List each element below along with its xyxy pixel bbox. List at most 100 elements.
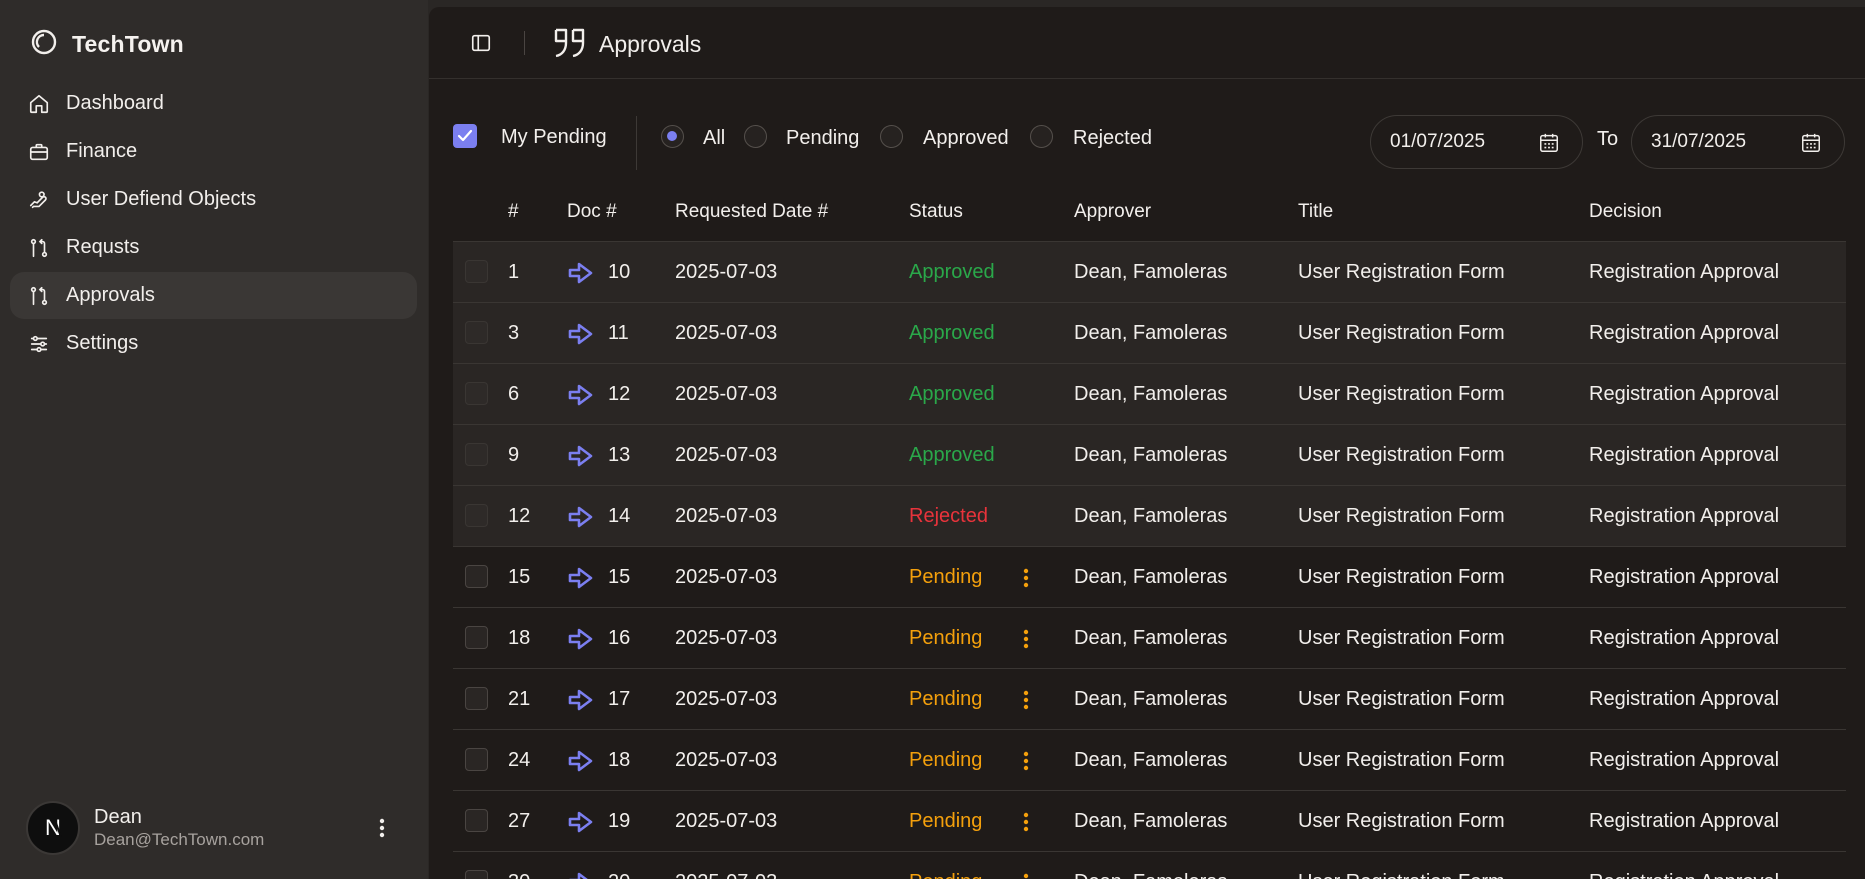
row-number: 9 bbox=[508, 444, 520, 466]
date-to-input[interactable]: 31/07/2025 bbox=[1631, 115, 1845, 169]
radio-all[interactable] bbox=[661, 125, 684, 148]
column-header[interactable]: Title bbox=[1298, 201, 1333, 223]
row-checkbox[interactable] bbox=[465, 809, 488, 832]
row-checkbox[interactable] bbox=[465, 504, 488, 527]
more-vertical-icon[interactable] bbox=[1019, 566, 1033, 590]
approver: Dean, Famoleras bbox=[1074, 810, 1228, 832]
forward-arrow-icon[interactable] bbox=[568, 382, 596, 408]
brand[interactable]: TechTown bbox=[30, 28, 184, 61]
avatar: N bbox=[26, 801, 80, 855]
table-row[interactable]: 24 18 2025-07-03 Pending Dean, Famoleras User… bbox=[453, 730, 1846, 791]
row-checkbox[interactable] bbox=[465, 443, 488, 466]
column-header[interactable]: Decision bbox=[1589, 201, 1662, 223]
table-row[interactable]: 18 16 2025-07-03 Pending Dean, Famoleras User… bbox=[453, 608, 1846, 669]
radio-rejected[interactable] bbox=[1030, 125, 1053, 148]
column-header[interactable]: Approver bbox=[1074, 201, 1151, 223]
forward-arrow-icon[interactable] bbox=[568, 443, 596, 469]
more-vertical-icon[interactable] bbox=[1019, 749, 1033, 773]
sidebar-item-label: Finance bbox=[66, 140, 138, 162]
table-row[interactable]: 30 20 2025-07-03 Pending Dean, Famoleras User… bbox=[453, 852, 1846, 879]
more-vertical-icon[interactable] bbox=[368, 814, 396, 842]
quote-icon bbox=[553, 27, 587, 59]
table-row[interactable]: 15 15 2025-07-03 Pending Dean, Famoleras User… bbox=[453, 547, 1846, 608]
approver: Dean, Famoleras bbox=[1074, 322, 1228, 344]
forward-arrow-icon[interactable] bbox=[568, 626, 596, 652]
doc-number[interactable]: 11 bbox=[608, 322, 629, 345]
doc-number[interactable]: 18 bbox=[608, 749, 630, 772]
doc-number[interactable]: 13 bbox=[608, 444, 630, 467]
calendar-icon[interactable] bbox=[1538, 132, 1560, 154]
sidebar-nav: Dashboard Finance User Defiend Objects R… bbox=[10, 80, 417, 368]
more-vertical-icon[interactable] bbox=[1019, 627, 1033, 651]
forward-arrow-icon[interactable] bbox=[568, 260, 596, 286]
radio-rejected-label[interactable]: Rejected bbox=[1073, 127, 1152, 150]
column-header[interactable]: Requested Date # bbox=[675, 201, 828, 223]
title: User Registration Form bbox=[1298, 627, 1505, 649]
table-row[interactable]: 27 19 2025-07-03 Pending Dean, Famoleras User… bbox=[453, 791, 1846, 852]
doc-number[interactable]: 20 bbox=[608, 871, 630, 879]
row-checkbox[interactable] bbox=[465, 687, 488, 710]
forward-arrow-icon[interactable] bbox=[568, 321, 596, 347]
table-row[interactable]: 3 11 2025-07-03 Approved Dean, Famoleras User… bbox=[453, 303, 1846, 364]
row-checkbox[interactable] bbox=[465, 382, 488, 405]
row-checkbox[interactable] bbox=[465, 870, 488, 879]
sidebar-item-approvals[interactable]: Approvals bbox=[10, 272, 417, 319]
status-text: Pending bbox=[909, 566, 983, 588]
table-row[interactable]: 6 12 2025-07-03 Approved Dean, Famoleras User… bbox=[453, 364, 1846, 425]
status-text: Pending bbox=[909, 810, 983, 832]
user-profile[interactable]: N Dean Dean@TechTown.com bbox=[26, 801, 396, 855]
table-body: 1 10 2025-07-03 Approved Dean, Famoleras User… bbox=[453, 242, 1846, 879]
app-root: TechTown Dashboard Finance User Defiend … bbox=[0, 0, 1865, 879]
more-vertical-icon[interactable] bbox=[1019, 810, 1033, 834]
my-pending-checkbox[interactable] bbox=[453, 124, 477, 148]
doc-number[interactable]: 16 bbox=[608, 627, 630, 650]
sidebar-item-requsts[interactable]: Requsts bbox=[10, 224, 417, 271]
doc-number[interactable]: 17 bbox=[608, 688, 630, 711]
title: User Registration Form bbox=[1298, 688, 1505, 710]
radio-approved-label[interactable]: Approved bbox=[923, 127, 1009, 150]
my-pending-label[interactable]: My Pending bbox=[501, 126, 607, 149]
doc-number[interactable]: 12 bbox=[608, 383, 630, 406]
forward-arrow-icon[interactable] bbox=[568, 870, 596, 879]
radio-approved[interactable] bbox=[880, 125, 903, 148]
table-row[interactable]: 12 14 2025-07-03 Rejected Dean, Famoleras Use… bbox=[453, 486, 1846, 547]
table-row[interactable]: 21 17 2025-07-03 Pending Dean, Famoleras User… bbox=[453, 669, 1846, 730]
date-from-input[interactable]: 01/07/2025 bbox=[1370, 115, 1583, 169]
doc-number[interactable]: 19 bbox=[608, 810, 630, 833]
more-vertical-icon[interactable] bbox=[1019, 688, 1033, 712]
table-row[interactable]: 9 13 2025-07-03 Approved Dean, Famoleras User… bbox=[453, 425, 1846, 486]
doc-number[interactable]: 14 bbox=[608, 505, 630, 528]
user-text: Dean Dean@TechTown.com bbox=[94, 805, 264, 851]
sidebar-item-finance[interactable]: Finance bbox=[10, 128, 417, 175]
row-checkbox[interactable] bbox=[465, 565, 488, 588]
calendar-icon[interactable] bbox=[1800, 132, 1822, 154]
more-vertical-icon[interactable] bbox=[1019, 871, 1033, 879]
row-checkbox[interactable] bbox=[465, 260, 488, 283]
forward-arrow-icon[interactable] bbox=[568, 504, 596, 530]
doc-number[interactable]: 10 bbox=[608, 261, 630, 284]
main-content: Approvals My Pending All Pending Approve… bbox=[429, 7, 1865, 879]
doc-number[interactable]: 15 bbox=[608, 566, 630, 589]
forward-arrow-icon[interactable] bbox=[568, 748, 596, 774]
approver: Dean, Famoleras bbox=[1074, 749, 1228, 771]
forward-arrow-icon[interactable] bbox=[568, 687, 596, 713]
title: User Registration Form bbox=[1298, 383, 1505, 405]
forward-arrow-icon[interactable] bbox=[568, 565, 596, 591]
radio-pending[interactable] bbox=[744, 125, 767, 148]
sidebar-item-user-defiend-objects[interactable]: User Defiend Objects bbox=[10, 176, 417, 223]
row-checkbox[interactable] bbox=[465, 748, 488, 771]
requested-date: 2025-07-03 bbox=[675, 444, 778, 466]
sidebar-toggle-icon[interactable] bbox=[467, 29, 495, 57]
row-checkbox[interactable] bbox=[465, 626, 488, 649]
column-header[interactable]: # bbox=[508, 201, 519, 223]
row-checkbox[interactable] bbox=[465, 321, 488, 344]
sidebar-item-dashboard[interactable]: Dashboard bbox=[10, 80, 417, 127]
column-header[interactable]: Doc # bbox=[567, 201, 617, 223]
radio-all-label[interactable]: All bbox=[703, 127, 725, 150]
sidebar-item-settings[interactable]: Settings bbox=[10, 320, 417, 367]
home-icon bbox=[28, 93, 50, 115]
radio-pending-label[interactable]: Pending bbox=[786, 127, 859, 150]
table-row[interactable]: 1 10 2025-07-03 Approved Dean, Famoleras User… bbox=[453, 242, 1846, 303]
column-header[interactable]: Status bbox=[909, 201, 963, 223]
forward-arrow-icon[interactable] bbox=[568, 809, 596, 835]
